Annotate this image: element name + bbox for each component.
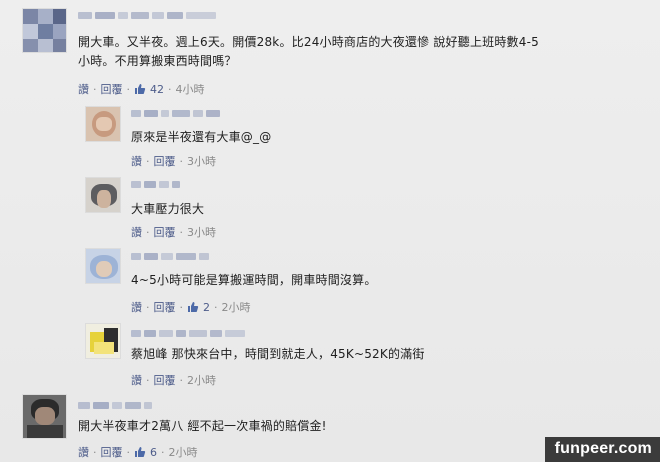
comment-text: 原來是半夜還有大車@_@: [131, 130, 272, 144]
thumbs-up-icon[interactable]: [134, 446, 146, 458]
separator: ·: [146, 300, 150, 314]
timestamp[interactable]: 2小時: [222, 299, 251, 315]
author-name[interactable]: [131, 110, 220, 117]
reply-link[interactable]: 回覆: [101, 444, 123, 460]
thumbs-up-icon[interactable]: [134, 83, 146, 95]
like-link[interactable]: 讚: [78, 81, 89, 97]
comment-text-continued: 小時。不用算搬東西時間嗎？: [78, 54, 237, 68]
like-link[interactable]: 讚: [131, 299, 142, 315]
comment-actions: 讚 · 回覆 · 2 · 2小時: [131, 299, 251, 315]
comment-actions: 讚 · 回覆 · 42 · 4小時: [78, 81, 205, 97]
comment-text: 蔡旭峰 那快來台中，時間到就走人，45K~52K的滿街: [131, 347, 425, 361]
comment-actions: 讚 · 回覆 · 3小時: [131, 224, 216, 240]
separator: ·: [93, 445, 97, 459]
comment-text: 開大半夜車才2萬八 經不起一次車禍的賠償金!: [78, 419, 327, 433]
reply-3: 4~5小時可能是算搬運時間，開車時間沒算。 讚 · 回覆 · 2 · 2小時: [0, 245, 660, 317]
like-link[interactable]: 讚: [131, 153, 142, 169]
separator: ·: [146, 225, 150, 239]
watermark: funpeer.com: [544, 437, 660, 462]
timestamp[interactable]: 3小時: [187, 224, 216, 240]
separator: ·: [214, 300, 218, 314]
author-name[interactable]: [131, 181, 180, 188]
separator: ·: [146, 154, 150, 168]
comment-text: 大車壓力很大: [131, 202, 205, 216]
avatar[interactable]: [22, 8, 67, 53]
reply-2: 大車壓力很大 讚 · 回覆 · 3小時: [0, 175, 660, 245]
comment-actions: 讚 · 回覆 · 6 · 2小時: [78, 444, 198, 460]
author-name[interactable]: [131, 253, 209, 260]
reply-link[interactable]: 回覆: [154, 224, 176, 240]
separator: ·: [126, 82, 131, 96]
separator: ·: [93, 82, 97, 96]
author-name[interactable]: [78, 402, 152, 409]
avatar[interactable]: [85, 106, 121, 142]
comment-text: 開大車。又半夜。週上6天。開價28k。比24小時商店的大夜還慘 說好聽上班時數4…: [78, 35, 539, 49]
reply-link[interactable]: 回覆: [101, 81, 123, 97]
separator: ·: [161, 445, 165, 459]
author-name[interactable]: [131, 330, 245, 337]
like-link[interactable]: 讚: [78, 444, 89, 460]
separator: ·: [179, 300, 184, 314]
reply-4: 蔡旭峰 那快來台中，時間到就走人，45K~52K的滿街 讚 · 回覆 · 2小時: [0, 317, 660, 392]
comment-text: 4~5小時可能是算搬運時間，開車時間沒算。: [131, 273, 377, 287]
separator: ·: [126, 445, 131, 459]
reply-link[interactable]: 回覆: [154, 372, 176, 388]
separator: ·: [146, 373, 150, 387]
like-count[interactable]: 6: [150, 446, 157, 459]
like-link[interactable]: 讚: [131, 372, 142, 388]
separator: ·: [168, 82, 172, 96]
timestamp[interactable]: 4小時: [176, 81, 205, 97]
timestamp[interactable]: 2小時: [169, 444, 198, 460]
like-count[interactable]: 42: [150, 83, 164, 96]
reply-link[interactable]: 回覆: [154, 153, 176, 169]
separator: ·: [179, 373, 184, 387]
comment-thread: 開大車。又半夜。週上6天。開價28k。比24小時商店的大夜還慘 說好聽上班時數4…: [0, 0, 660, 462]
like-count[interactable]: 2: [203, 301, 210, 314]
reply-link[interactable]: 回覆: [154, 299, 176, 315]
separator: ·: [179, 225, 184, 239]
avatar[interactable]: [85, 323, 121, 359]
avatar[interactable]: [85, 177, 121, 213]
separator: ·: [179, 154, 184, 168]
comment-actions: 讚 · 回覆 · 3小時: [131, 153, 216, 169]
comment-1: 開大車。又半夜。週上6天。開價28k。比24小時商店的大夜還慘 說好聽上班時數4…: [0, 0, 660, 100]
thumbs-up-icon[interactable]: [187, 301, 199, 313]
avatar[interactable]: [22, 394, 67, 439]
avatar[interactable]: [85, 248, 121, 284]
author-name[interactable]: [78, 12, 216, 19]
timestamp[interactable]: 3小時: [187, 153, 216, 169]
timestamp[interactable]: 2小時: [187, 372, 216, 388]
comment-actions: 讚 · 回覆 · 2小時: [131, 372, 216, 388]
like-link[interactable]: 讚: [131, 224, 142, 240]
reply-1: 原來是半夜還有大車@_@ 讚 · 回覆 · 3小時: [0, 100, 660, 175]
